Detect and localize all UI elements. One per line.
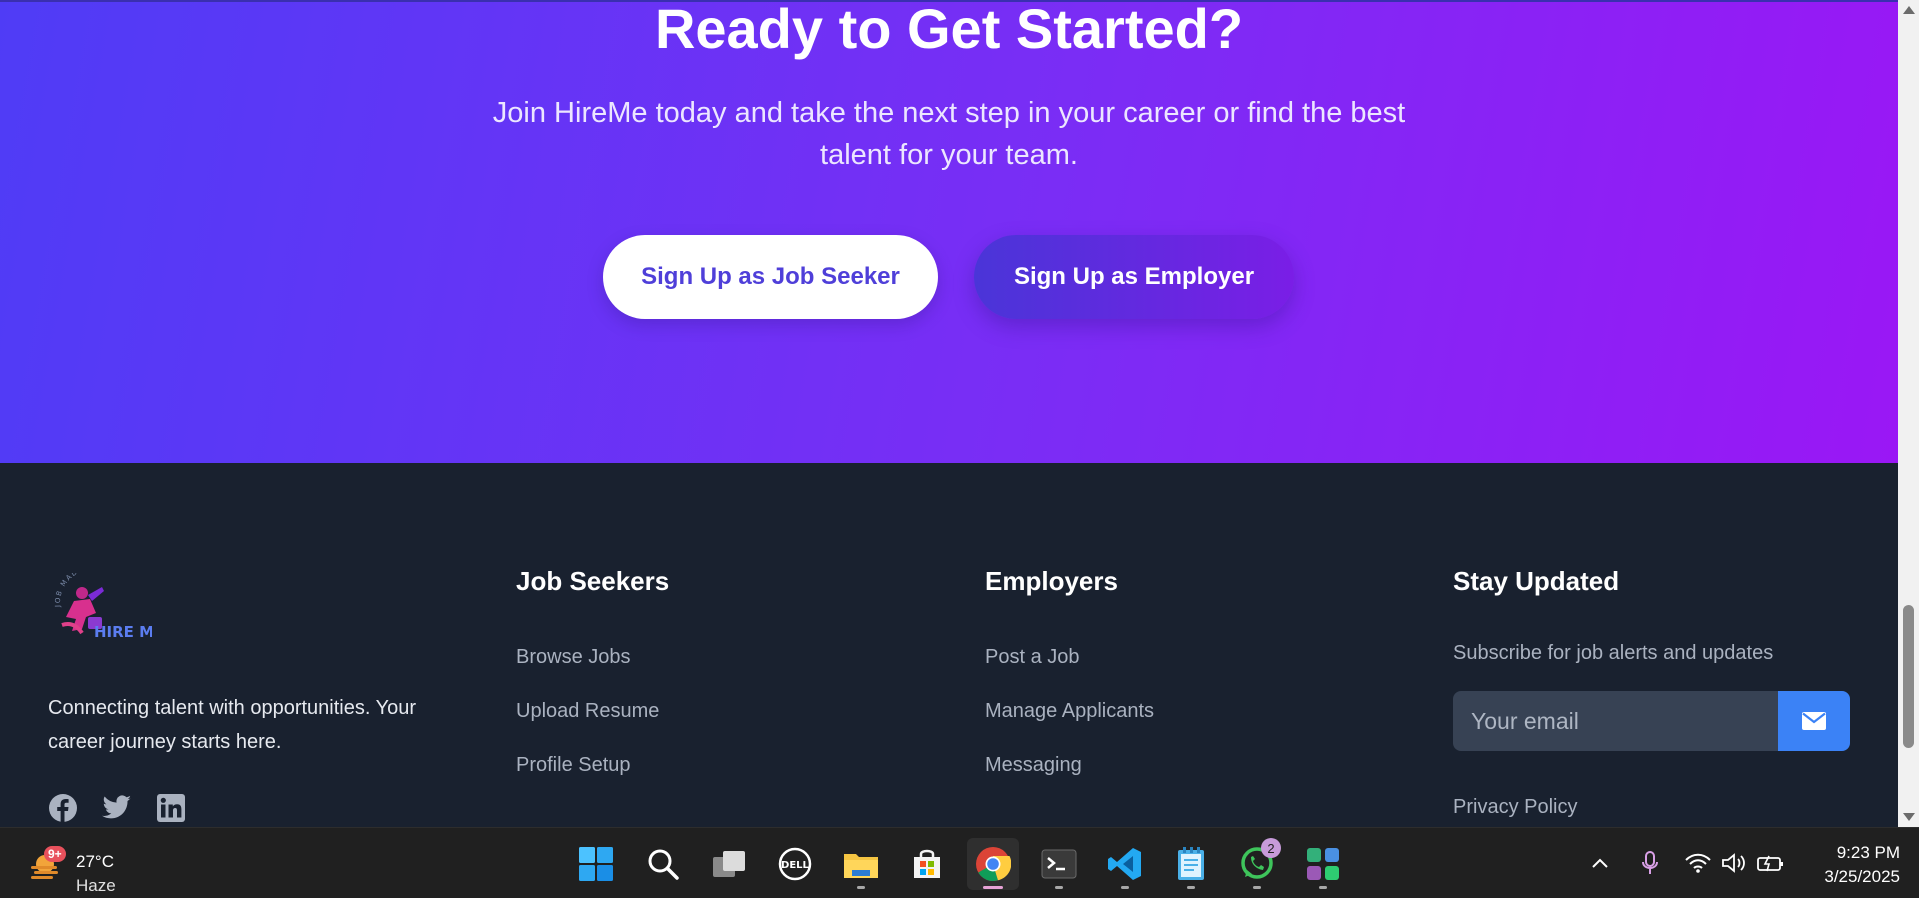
scroll-up-arrow-icon[interactable] — [1903, 6, 1915, 14]
show-hidden-icons-chevron-icon[interactable] — [1588, 848, 1612, 878]
search-icon[interactable] — [637, 838, 689, 890]
facebook-icon[interactable] — [48, 793, 78, 823]
page-scrollbar[interactable] — [1898, 0, 1919, 827]
footer-link-messaging[interactable]: Messaging — [985, 754, 1082, 777]
sign-up-job-seeker-button[interactable]: Sign Up as Job Seeker — [603, 235, 938, 319]
system-clock[interactable]: 9:23 PM 3/25/2025 — [1800, 841, 1900, 889]
footer-link-privacy-policy[interactable]: Privacy Policy — [1453, 796, 1577, 819]
running-indicator — [1319, 886, 1327, 889]
twitter-icon[interactable] — [102, 793, 132, 823]
notification-badge: 2 — [1261, 838, 1281, 858]
notepad-icon[interactable] — [1165, 838, 1217, 890]
job-seekers-heading: Job Seekers — [516, 566, 670, 596]
running-indicator — [1055, 886, 1063, 889]
sign-up-employer-button[interactable]: Sign Up as Employer — [974, 235, 1294, 319]
task-view-icon[interactable] — [703, 838, 755, 890]
running-indicator — [1253, 886, 1261, 889]
social-links — [48, 793, 186, 823]
footer: JOB MADE EASY HIRE ME Connecting talent … — [0, 463, 1898, 827]
app-icon[interactable] — [1297, 838, 1349, 890]
logo-text: HIRE ME — [94, 623, 152, 641]
microphone-icon[interactable] — [1638, 848, 1662, 878]
chrome-icon[interactable] — [967, 838, 1019, 890]
footer-tagline: Connecting talent with opportunities. Yo… — [48, 697, 417, 753]
weather-condition: Haze — [76, 876, 116, 895]
vscode-icon[interactable] — [1099, 838, 1151, 890]
active-indicator — [983, 886, 1003, 889]
scroll-down-arrow-icon[interactable] — [1903, 813, 1915, 821]
newsletter-form — [1453, 691, 1850, 751]
envelope-icon — [1802, 712, 1826, 730]
wifi-icon[interactable] — [1684, 848, 1712, 878]
volume-icon[interactable] — [1720, 848, 1748, 878]
battery-icon[interactable] — [1756, 848, 1786, 878]
clock-time: 9:23 PM — [1836, 843, 1900, 862]
svg-text:DELL: DELL — [781, 860, 810, 871]
browser-viewport: Ready to Get Started? Join HireMe today … — [0, 0, 1898, 827]
dell-icon[interactable]: DELL — [769, 838, 821, 890]
running-indicator — [857, 886, 865, 889]
cta-title: Ready to Get Started? — [654, 0, 1244, 60]
footer-link-profile-setup[interactable]: Profile Setup — [516, 754, 631, 777]
linkedin-icon[interactable] — [156, 793, 186, 823]
scrollbar-thumb[interactable] — [1903, 605, 1914, 748]
employers-heading: Employers — [985, 566, 1118, 596]
terminal-icon[interactable] — [1033, 838, 1085, 890]
cta-section: Ready to Get Started? Join HireMe today … — [0, 0, 1898, 463]
weather-widget[interactable]: 9+ 27°C Haze — [24, 838, 134, 895]
footer-link-post-job[interactable]: Post a Job — [985, 646, 1080, 669]
whatsapp-icon[interactable]: 2 — [1231, 838, 1283, 890]
footer-link-upload-resume[interactable]: Upload Resume — [516, 700, 659, 723]
footer-link-browse-jobs[interactable]: Browse Jobs — [516, 646, 631, 669]
newsletter-subtitle: Subscribe for job alerts and updates — [1453, 642, 1774, 664]
hireme-logo[interactable]: JOB MADE EASY HIRE ME — [52, 563, 165, 653]
start-icon[interactable] — [570, 838, 622, 890]
running-indicator — [1121, 886, 1129, 889]
windows-taskbar: 9+ 27°C Haze DELL 2 9:23 PM 3/25/2025 — [0, 827, 1919, 898]
weather-badge: 9+ — [44, 846, 66, 862]
cta-subtitle: Join HireMe today and take the next step… — [492, 97, 1406, 171]
clock-date: 3/25/2025 — [1824, 867, 1900, 886]
stay-updated-heading: Stay Updated — [1453, 566, 1620, 596]
footer-link-manage-applicants[interactable]: Manage Applicants — [985, 700, 1154, 723]
email-input[interactable] — [1453, 691, 1778, 751]
subscribe-button[interactable] — [1778, 691, 1850, 751]
microsoft-store-icon[interactable] — [901, 838, 953, 890]
running-indicator — [1187, 886, 1195, 889]
weather-temperature: 27°C — [76, 852, 114, 871]
file-explorer-icon[interactable] — [835, 838, 887, 890]
